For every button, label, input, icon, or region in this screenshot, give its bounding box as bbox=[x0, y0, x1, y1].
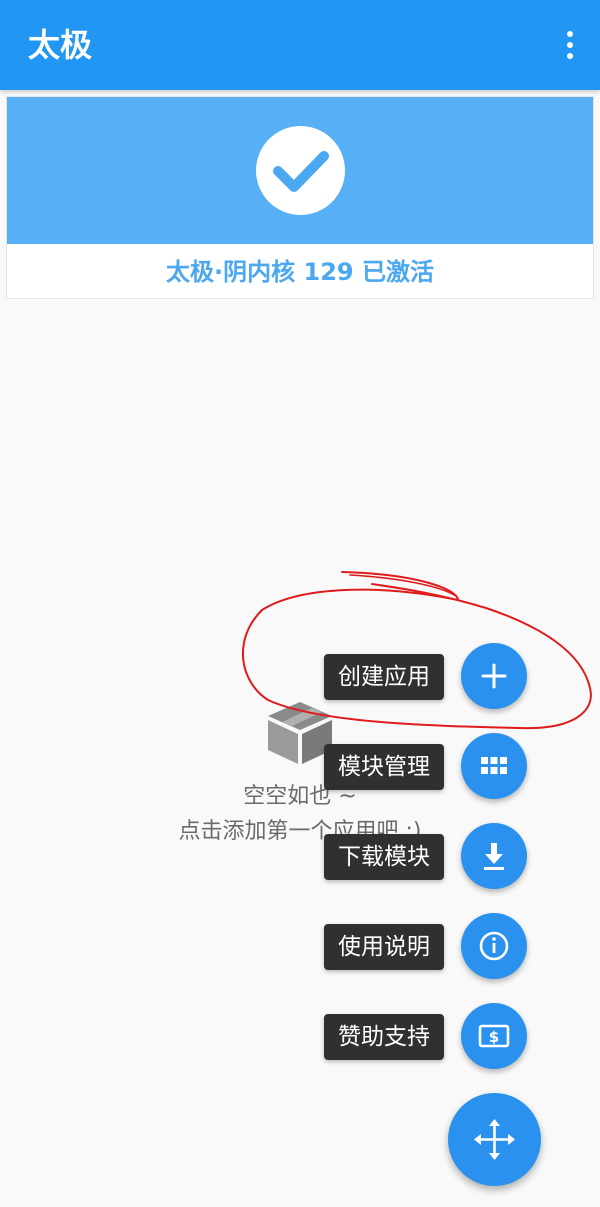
check-icon bbox=[256, 126, 345, 215]
app-title: 太极 bbox=[28, 26, 93, 64]
fab-row-download-module[interactable]: 下载模块 bbox=[300, 823, 600, 889]
fab-row-create-app[interactable]: 创建应用 bbox=[300, 643, 600, 709]
status-card[interactable]: 太极·阴内核 129 已激活 bbox=[6, 96, 594, 299]
fab-label-sponsor[interactable]: 赞助支持 bbox=[324, 1014, 444, 1060]
more-vert-icon[interactable] bbox=[558, 26, 582, 64]
app-bar: 太极 bbox=[0, 0, 600, 90]
status-banner bbox=[7, 97, 593, 244]
status-text: 太极·阴内核 129 已激活 bbox=[166, 258, 434, 286]
info-icon[interactable] bbox=[461, 913, 527, 979]
fab-label-module-manage[interactable]: 模块管理 bbox=[324, 744, 444, 790]
plus-icon[interactable] bbox=[461, 643, 527, 709]
fab-row-module-manage[interactable]: 模块管理 bbox=[300, 733, 600, 799]
fab-row-sponsor[interactable]: 赞助支持 $ bbox=[300, 1003, 600, 1069]
fab-label-create-app[interactable]: 创建应用 bbox=[324, 654, 444, 700]
grid-icon[interactable] bbox=[461, 733, 527, 799]
svg-text:$: $ bbox=[489, 1028, 499, 1046]
download-icon[interactable] bbox=[461, 823, 527, 889]
fab-label-instructions[interactable]: 使用说明 bbox=[324, 924, 444, 970]
move-arrows-icon[interactable] bbox=[448, 1093, 541, 1186]
fab-row-instructions[interactable]: 使用说明 bbox=[300, 913, 600, 979]
fab-label-download-module[interactable]: 下载模块 bbox=[324, 834, 444, 880]
donate-icon[interactable]: $ bbox=[461, 1003, 527, 1069]
